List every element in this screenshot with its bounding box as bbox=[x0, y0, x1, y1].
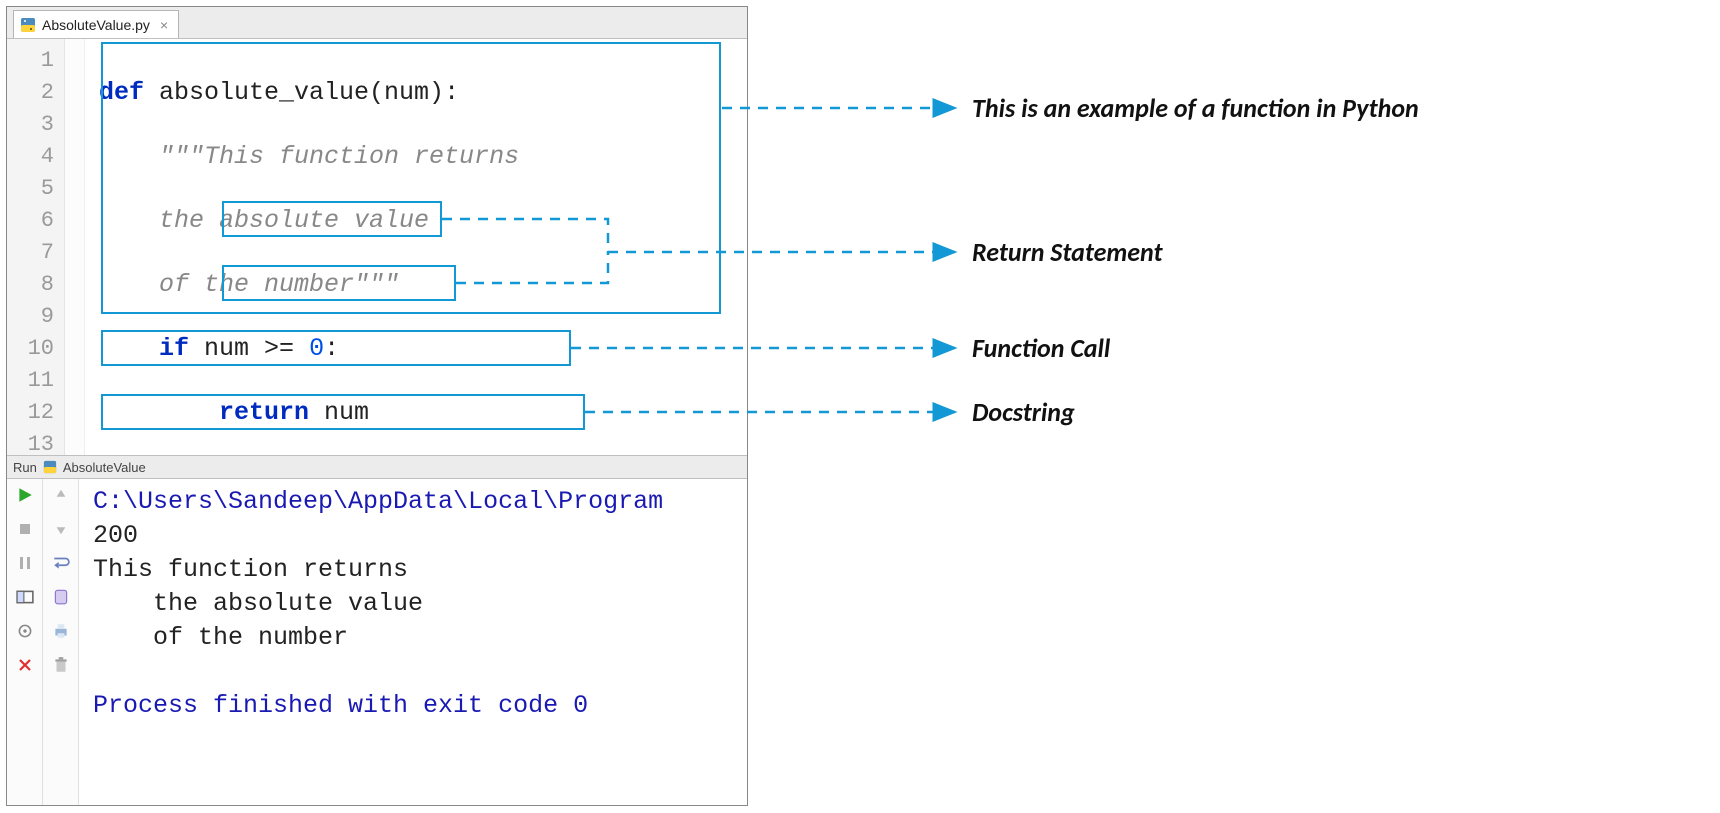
python-icon bbox=[43, 460, 57, 474]
scroll-icon[interactable] bbox=[51, 587, 71, 607]
wrap-icon[interactable] bbox=[51, 553, 71, 573]
console-output[interactable]: C:\Users\Sandeep\AppData\Local\Program 2… bbox=[79, 479, 747, 805]
layout-icon[interactable] bbox=[15, 587, 35, 607]
file-tab-label: AbsoluteValue.py bbox=[42, 17, 150, 33]
keyword-return: return bbox=[219, 398, 309, 427]
run-toolbar-left bbox=[7, 479, 43, 805]
line-number-gutter: 1 2 3 4 5 6 7 8 9 10 11 12 13 bbox=[7, 39, 65, 455]
keyword-def: def bbox=[99, 78, 144, 107]
line-number: 7 bbox=[7, 237, 54, 269]
line-number: 11 bbox=[7, 365, 54, 397]
run-label: Run bbox=[13, 460, 37, 475]
line-number: 3 bbox=[7, 109, 54, 141]
keyword-if: if bbox=[159, 334, 189, 363]
pause-icon[interactable] bbox=[15, 553, 35, 573]
annotation-return-statement: Return Statement bbox=[972, 236, 1163, 268]
annotation-function-example: This is an example of a function in Pyth… bbox=[972, 92, 1419, 124]
run-config-name: AbsoluteValue bbox=[63, 460, 146, 475]
code-area[interactable]: def absolute_value(num): """This functio… bbox=[85, 39, 747, 455]
line-number: 8 bbox=[7, 269, 54, 301]
code-text: num >= bbox=[189, 334, 309, 363]
tab-close-icon[interactable]: × bbox=[160, 17, 168, 33]
arrow-down-icon[interactable] bbox=[51, 519, 71, 539]
line-number: 10 bbox=[7, 333, 54, 365]
line-number: 13 bbox=[7, 429, 54, 455]
print-icon[interactable] bbox=[51, 621, 71, 641]
stop-icon[interactable] bbox=[15, 519, 35, 539]
tab-bar: AbsoluteValue.py × bbox=[7, 7, 747, 39]
code-text: : bbox=[324, 334, 339, 363]
file-tab[interactable]: AbsoluteValue.py × bbox=[13, 10, 179, 38]
docstring-text: of the number""" bbox=[99, 270, 399, 299]
line-number: 1 bbox=[7, 45, 54, 77]
close-icon[interactable] bbox=[15, 655, 35, 675]
docstring-text: the absolute value bbox=[99, 206, 429, 235]
code-text: num bbox=[309, 398, 369, 427]
run-toolbar-right bbox=[43, 479, 79, 805]
fold-gutter bbox=[65, 39, 85, 455]
python-file-icon bbox=[20, 17, 36, 33]
run-tool-header: Run AbsoluteValue bbox=[7, 455, 747, 479]
annotation-docstring: Docstring bbox=[972, 396, 1075, 428]
console-panel: C:\Users\Sandeep\AppData\Local\Program 2… bbox=[7, 479, 747, 805]
line-number: 5 bbox=[7, 173, 54, 205]
ide-window: AbsoluteValue.py × 1 2 3 4 5 6 7 8 9 10 … bbox=[6, 6, 748, 806]
arrow-up-icon[interactable] bbox=[51, 485, 71, 505]
code-text: absolute_value(num): bbox=[144, 78, 459, 107]
line-number: 2 bbox=[7, 77, 54, 109]
annotation-function-call: Function Call bbox=[972, 332, 1110, 364]
line-number: 6 bbox=[7, 205, 54, 237]
code-editor[interactable]: 1 2 3 4 5 6 7 8 9 10 11 12 13 def absolu… bbox=[7, 39, 747, 455]
docstring-text: """This function returns bbox=[99, 142, 519, 171]
trash-icon[interactable] bbox=[51, 655, 71, 675]
run-icon[interactable] bbox=[15, 485, 35, 505]
line-number: 12 bbox=[7, 397, 54, 429]
number-literal: 0 bbox=[309, 334, 324, 363]
target-icon[interactable] bbox=[15, 621, 35, 641]
line-number: 9 bbox=[7, 301, 54, 333]
line-number: 4 bbox=[7, 141, 54, 173]
